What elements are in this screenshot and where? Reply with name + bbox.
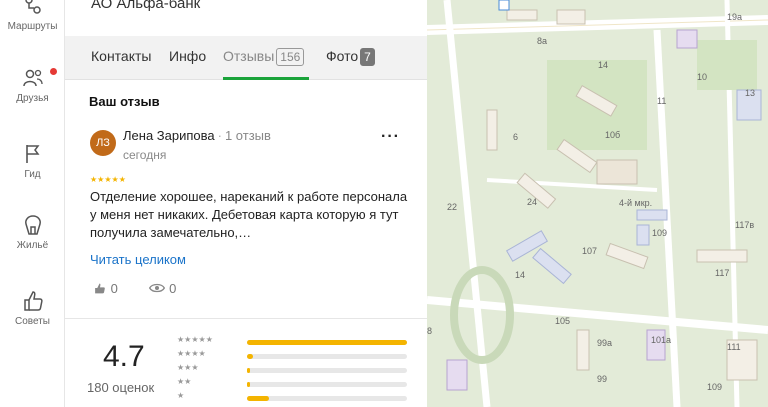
read-more-link[interactable]: Читать целиком: [90, 252, 186, 267]
rating-bar: [247, 368, 407, 373]
svg-text:6: 6: [513, 132, 518, 142]
tab-reviews[interactable]: Отзывы 156: [223, 48, 305, 66]
thumbs-up-icon: [95, 283, 105, 294]
tab-contacts[interactable]: Контакты: [91, 48, 151, 64]
photos-count-badge: 7: [360, 48, 375, 66]
views-indicator: 0: [149, 281, 190, 296]
organization-panel: АО Альфа-банк Контакты Инфо Отзывы 156 Фо…: [65, 0, 427, 407]
reviews-count-badge: 156: [276, 48, 305, 66]
sidebar-item-label: Маршруты: [7, 21, 58, 32]
rating-bar-fill: [247, 396, 270, 401]
svg-text:105: 105: [555, 316, 570, 326]
svg-text:24: 24: [527, 197, 537, 207]
rating-row-3: ★★★: [177, 363, 407, 377]
map-view[interactable]: 8а 19а 14 10 11 13 6 10б 22 24 4-й мкр. …: [427, 0, 768, 407]
sidebar-item-tips[interactable]: Советы: [0, 289, 65, 327]
rating-row-stars: ★: [177, 391, 185, 400]
svg-text:8а: 8а: [537, 36, 547, 46]
rating-row-4: ★★★★: [177, 349, 407, 363]
thumbs-up-icon: [23, 291, 43, 311]
separator-dot: ·: [217, 128, 222, 143]
svg-text:13: 13: [745, 88, 755, 98]
like-button[interactable]: 0: [93, 281, 132, 296]
svg-text:22: 22: [447, 202, 457, 212]
sidebar-item-label: Советы: [15, 316, 50, 327]
views-count: 0: [169, 281, 177, 296]
flag-icon: [25, 145, 39, 163]
sidebar-item-guide[interactable]: Гид: [0, 142, 65, 180]
average-rating: 4.7: [103, 340, 145, 373]
sidebar-item-housing[interactable]: Жильё: [0, 213, 65, 251]
rating-bar-fill: [247, 340, 407, 345]
svg-text:8: 8: [427, 326, 432, 336]
tab-bar: Контакты Инфо Отзывы 156 Фото 7: [65, 36, 427, 80]
rating-row-stars: ★★★: [177, 363, 199, 372]
friends-icon: [22, 69, 43, 87]
svg-text:109: 109: [652, 228, 667, 238]
rating-row-stars: ★★: [177, 377, 192, 386]
svg-text:101а: 101а: [651, 335, 671, 345]
author-review-count: 1 отзыв: [224, 128, 271, 143]
rating-row-stars: ★★★★: [177, 349, 206, 358]
svg-text:11: 11: [657, 96, 666, 106]
review-stars: ★★★★★: [90, 175, 126, 184]
rating-bar-fill: [247, 354, 254, 359]
rating-row-2: ★★: [177, 377, 407, 391]
sidebar-item-label: Жильё: [16, 240, 49, 251]
sidebar-item-friends[interactable]: Друзья: [0, 66, 65, 104]
review-text: Отделение хорошее, нареканий к работе пе…: [90, 189, 408, 240]
rating-row-5: ★★★★★: [177, 335, 407, 349]
organization-name: АО Альфа-банк: [91, 0, 201, 12]
active-tab-indicator: [223, 77, 309, 80]
svg-text:109: 109: [707, 382, 722, 392]
eye-icon: [149, 283, 166, 293]
svg-text:117в: 117в: [735, 220, 754, 230]
house-icon: [24, 215, 41, 235]
map-canvas[interactable]: 8а 19а 14 10 11 13 6 10б 22 24 4-й мкр. …: [427, 0, 768, 407]
svg-text:99а: 99а: [597, 338, 612, 348]
svg-text:14: 14: [515, 270, 525, 280]
review-author-name[interactable]: Лена Зарипова: [123, 128, 215, 143]
rating-bar-fill: [247, 382, 251, 387]
rating-bar: [247, 396, 407, 401]
rating-row-stars: ★★★★★: [177, 335, 213, 344]
notification-dot: [50, 68, 57, 75]
more-options-icon[interactable]: ···: [381, 128, 400, 146]
svg-text:10: 10: [697, 72, 707, 82]
svg-text:99: 99: [597, 374, 607, 384]
svg-text:4-й мкр.: 4-й мкр.: [619, 198, 652, 208]
avatar[interactable]: ЛЗ: [90, 130, 116, 156]
review-date: сегодня: [123, 148, 167, 162]
route-icon: [24, 0, 41, 14]
sidebar-item-label: Друзья: [16, 93, 49, 104]
svg-text:107: 107: [582, 246, 597, 256]
tab-info[interactable]: Инфо: [169, 48, 206, 64]
rating-count: 180 оценок: [87, 380, 155, 395]
rating-row-1: ★: [177, 391, 407, 405]
svg-text:111: 111: [727, 342, 741, 352]
rating-bar: [247, 354, 407, 359]
review-author-line: Лена Зарипова · 1 отзыв: [123, 128, 271, 143]
divider: [65, 318, 427, 319]
rating-bar: [247, 382, 407, 387]
svg-text:14: 14: [598, 60, 608, 70]
svg-text:117: 117: [715, 268, 729, 278]
likes-count: 0: [110, 281, 118, 296]
svg-text:19а: 19а: [727, 12, 742, 22]
svg-text:10б: 10б: [605, 130, 620, 140]
sidebar-item-label: Гид: [24, 169, 41, 180]
review-reactions: 0 0: [93, 281, 204, 296]
sidebar-item-routes[interactable]: Маршруты: [0, 0, 65, 32]
sidebar: Маршруты Друзья Гид Жильё Советы: [0, 0, 65, 407]
rating-bar: [247, 340, 407, 345]
tab-photos[interactable]: Фото 7: [326, 48, 375, 66]
section-title: Ваш отзыв: [89, 94, 160, 109]
rating-bar-fill: [247, 368, 251, 373]
